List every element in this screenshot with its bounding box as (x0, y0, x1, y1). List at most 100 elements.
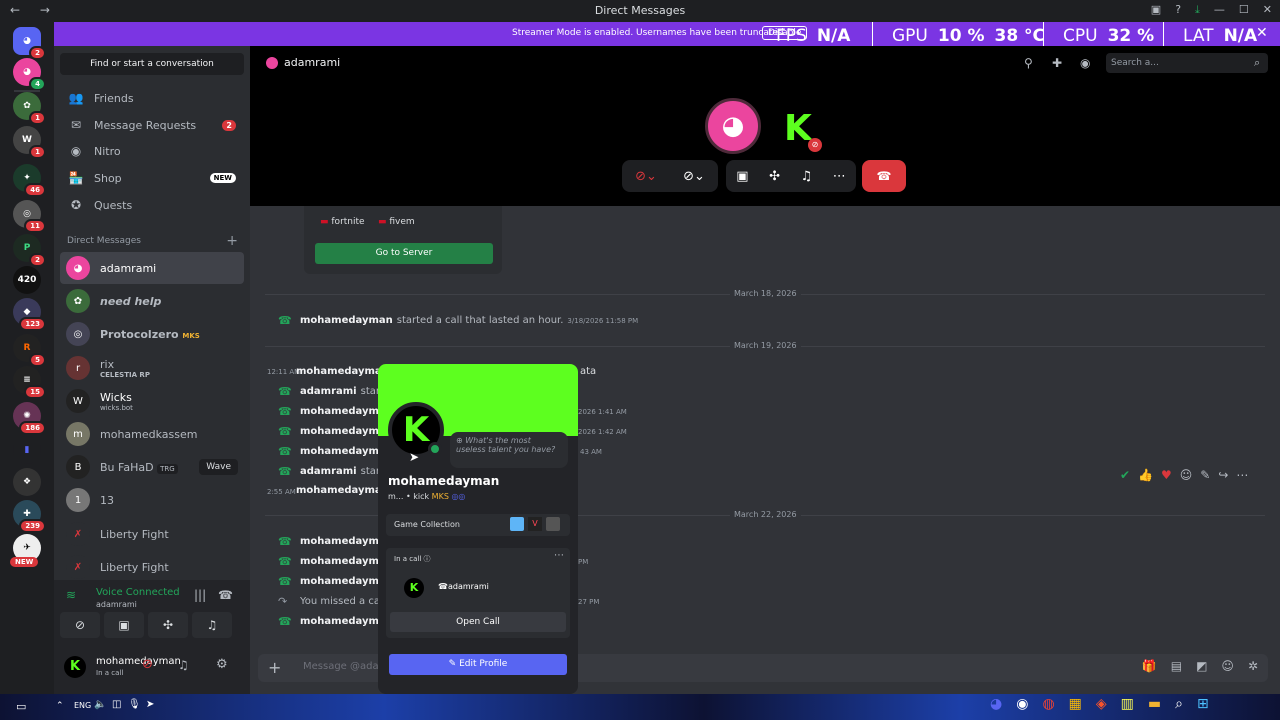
video-off-icon[interactable]: ⊘⌄ (683, 169, 705, 184)
edit-profile-button[interactable]: ✎ Edit Profile (389, 654, 567, 675)
activities-icon[interactable]: ✣ (769, 169, 780, 184)
chrome-icon[interactable]: ◍ (1042, 696, 1054, 712)
sticker-icon[interactable]: ◩ (1196, 659, 1207, 673)
dm-item[interactable]: ✿ need help (60, 285, 244, 317)
wave-button[interactable]: Wave (199, 459, 238, 475)
more-icon[interactable]: ⋯ (833, 169, 846, 184)
dm-item[interactable]: 1 13 (60, 484, 244, 516)
guild-icon[interactable]: ✺ 186 (13, 402, 46, 435)
noise-icon[interactable]: ||| (194, 588, 206, 602)
message-author[interactable]: mohamedayman (300, 315, 393, 326)
app-icon[interactable]: ◉ (1016, 696, 1028, 712)
guild-icon[interactable]: P2 (13, 234, 46, 267)
add-dm-icon[interactable]: + (226, 233, 238, 249)
nav-message-requests[interactable]: ✉ Message Requests 2 (60, 112, 244, 138)
add-friends-icon[interactable]: ✚ (1052, 56, 1062, 70)
open-call-button[interactable]: Open Call (390, 612, 566, 632)
screen-share-icon[interactable]: ▣ (736, 169, 748, 184)
network-icon[interactable]: ◫ (112, 699, 121, 710)
edit-icon[interactable]: ✎ (1200, 468, 1210, 482)
discord-home-icon[interactable]: ◕ 2 (13, 27, 46, 60)
download-icon[interactable]: ⤓ (1195, 3, 1200, 17)
windows-start-icon[interactable]: ⊞ (1197, 696, 1209, 712)
go-to-server-button[interactable]: Go to Server (315, 243, 493, 264)
guild-icon[interactable]: ◆ 123 (13, 298, 46, 331)
avatar[interactable]: K (64, 656, 86, 678)
guild-icon[interactable]: ✦ 46 (13, 164, 46, 197)
heart-icon[interactable]: ♥ (1161, 468, 1172, 482)
message-author[interactable]: adamrami (300, 386, 357, 397)
message-author[interactable]: mohamedayman (296, 366, 389, 377)
dm-item[interactable]: ◕ adamrami (60, 252, 244, 284)
dm-item[interactable]: W Wicks wicks.bot (60, 385, 244, 417)
nav-shop[interactable]: 🏪 Shop NEW (60, 165, 244, 191)
guild-icon[interactable]: 420 (13, 266, 41, 294)
nav-friends[interactable]: 👥 Friends (60, 85, 244, 111)
participant-avatar[interactable]: ◕ (705, 98, 761, 154)
gift-icon[interactable]: 🎁 (1142, 659, 1157, 673)
volume-icon[interactable]: 🔈 (94, 699, 106, 710)
video-off-button[interactable]: ⊘ (60, 612, 100, 638)
more-icon[interactable]: ⋯ (554, 550, 564, 561)
dm-item[interactable]: r rix CELESTIA RP (60, 352, 244, 384)
find-conversation-input[interactable]: Find or start a conversation (60, 53, 244, 75)
nav-nitro[interactable]: ◉ Nitro (60, 138, 244, 164)
apps-icon[interactable]: ✲ (1248, 659, 1258, 673)
voice-status[interactable]: Voice Connected (96, 587, 180, 598)
inbox-icon[interactable]: ▣ (1151, 3, 1161, 17)
headphones-icon[interactable]: ♫ (178, 658, 189, 672)
dm-item[interactable]: B Bu FaHaD TRG Wave (60, 451, 244, 483)
guild-icon[interactable]: ◕ 4 (13, 58, 46, 91)
dm-item[interactable]: m mohamedkassem (60, 418, 244, 450)
screen-share-button[interactable]: ▣ (104, 612, 144, 638)
app-icon[interactable]: ▥ (1121, 696, 1134, 712)
reply-icon[interactable]: ↪ (1218, 468, 1228, 482)
help-icon[interactable]: ? (1175, 3, 1181, 17)
disconnect-icon[interactable]: ☎ (218, 588, 233, 602)
soundboard-icon[interactable]: ♫ (801, 169, 813, 184)
profile-icon[interactable]: ◉ (1080, 56, 1090, 70)
add-attachment-icon[interactable]: + (268, 658, 281, 677)
settings-gear-icon[interactable]: ⚙ (216, 657, 228, 672)
search-input[interactable]: Search a... (1106, 53, 1268, 73)
folder-icon[interactable]: ▮ (13, 436, 41, 464)
brave-icon[interactable]: ◈ (1096, 696, 1107, 712)
app-icon[interactable]: ▦ (1069, 696, 1082, 712)
guild-icon[interactable]: ❖ (13, 468, 41, 496)
guild-icon[interactable]: W1 (13, 126, 46, 159)
guild-icon[interactable]: ✿ 1 (13, 92, 46, 125)
game-icon[interactable] (510, 517, 524, 531)
pin-icon[interactable]: ⚲ (1024, 56, 1033, 70)
emoji-icon[interactable]: ☺ (1221, 659, 1234, 673)
user-name[interactable]: mohamedayman (96, 656, 181, 667)
chat-icon[interactable]: ▭ (16, 700, 26, 713)
custom-status-bubble[interactable]: ⊕ What's the most useless talent you hav… (450, 432, 568, 468)
dm-item[interactable]: ✗ Liberty Fight (60, 551, 244, 583)
check-reaction-icon[interactable]: ✔ (1120, 468, 1130, 482)
guild-icon[interactable]: ✚ 239 (13, 500, 46, 533)
more-icon[interactable]: ⋯ (1236, 468, 1248, 482)
language-indicator[interactable]: ENG (74, 701, 91, 710)
location-icon[interactable]: ➤ (146, 699, 154, 710)
message-author[interactable]: mohamedayman (296, 485, 389, 496)
mic-muted-icon[interactable]: ⊘ (142, 657, 153, 672)
guild-icon[interactable]: ≡ 15 (13, 366, 46, 399)
hang-up-button[interactable]: ☎ (862, 160, 906, 192)
soundboard-button[interactable]: ♫ (192, 612, 232, 638)
game-collection[interactable]: Game Collection V (386, 514, 570, 536)
guild-icon[interactable]: R5 (13, 334, 46, 367)
hud-close-icon[interactable]: ✕ (1256, 25, 1268, 41)
message-input[interactable]: Message @adam (303, 661, 388, 672)
message-author[interactable]: adamrami (300, 466, 357, 477)
mic-icon[interactable]: 🎙 (128, 699, 141, 710)
minimize-icon[interactable]: — (1214, 3, 1225, 17)
maximize-icon[interactable]: ☐ (1239, 3, 1249, 17)
search-icon[interactable]: ⌕ (1175, 696, 1183, 712)
nav-quests[interactable]: ✪ Quests (60, 192, 244, 218)
discord-app-icon[interactable]: ◕ (990, 696, 1002, 712)
close-icon[interactable]: ✕ (1263, 3, 1272, 17)
dm-item[interactable]: ✗ Liberty Fight (60, 518, 244, 550)
dm-item[interactable]: ◎ Protocolzero MKS (60, 318, 244, 350)
voice-channel[interactable]: adamrami (96, 600, 137, 609)
chevron-up-icon[interactable]: ⌃ (56, 701, 64, 711)
